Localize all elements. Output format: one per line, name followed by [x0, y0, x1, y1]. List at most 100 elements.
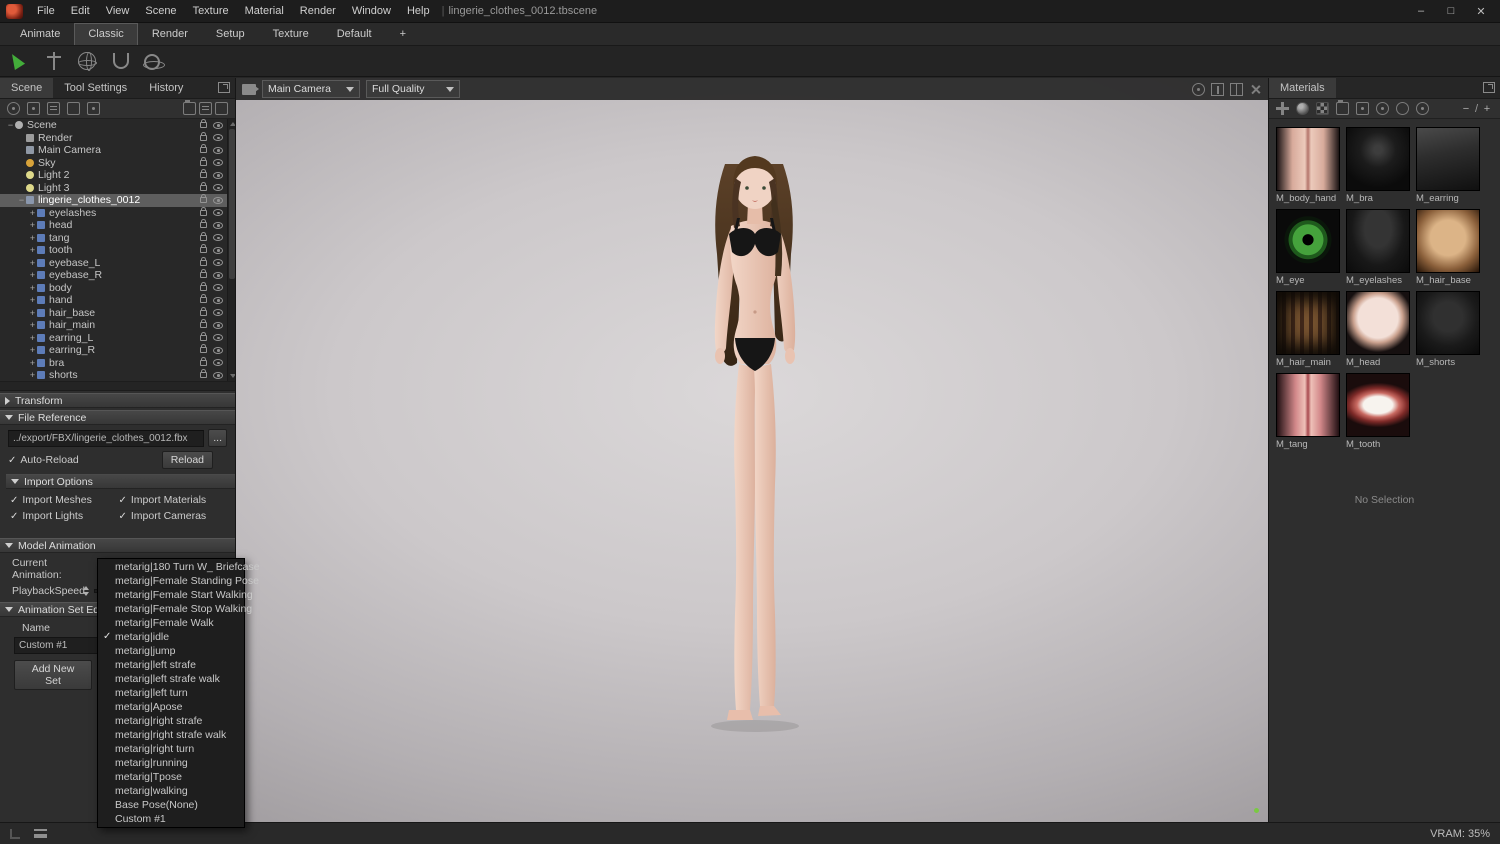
add-sky-icon[interactable]: [47, 102, 60, 115]
animation-dropdown-item[interactable]: ✓ metarig|right turn: [98, 742, 244, 756]
lock-icon[interactable]: [200, 347, 207, 353]
lock-icon[interactable]: [200, 260, 207, 266]
playback-speed-stepper[interactable]: [83, 586, 89, 596]
visibility-eye-icon[interactable]: [213, 284, 223, 291]
tree-expander[interactable]: +: [28, 332, 37, 344]
popout-panel-icon[interactable]: [218, 82, 230, 93]
paint-icon[interactable]: [1416, 102, 1429, 115]
menu-item[interactable]: Texture: [185, 2, 237, 20]
import-option-checkbox[interactable]: ✓ Import Lights: [10, 510, 119, 522]
animation-dropdown-item[interactable]: ✓ Custom #1: [98, 812, 244, 826]
tree-expander[interactable]: −: [17, 194, 26, 206]
animation-dropdown-item[interactable]: ✓ metarig|left strafe: [98, 658, 244, 672]
visibility-eye-icon[interactable]: [213, 359, 223, 366]
visibility-eye-icon[interactable]: [213, 297, 223, 304]
tree-row[interactable]: Light 2: [0, 169, 235, 182]
add-new-set-button[interactable]: Add New Set: [14, 660, 92, 690]
tree-expander[interactable]: +: [28, 232, 37, 244]
split-view-icon[interactable]: [1230, 83, 1243, 96]
tree-row[interactable]: Main Camera: [0, 144, 235, 157]
workspace-tab[interactable]: Default: [323, 23, 386, 45]
tree-row[interactable]: + bra: [0, 357, 235, 370]
material-thumbnail[interactable]: [1416, 209, 1480, 273]
animation-dropdown-item[interactable]: ✓ metarig|Female Start Walking: [98, 588, 244, 602]
character-model[interactable]: [625, 134, 889, 794]
visibility-eye-icon[interactable]: [213, 347, 223, 354]
add-turntable-icon[interactable]: [87, 102, 100, 115]
tree-expander[interactable]: +: [28, 282, 37, 294]
quality-selector[interactable]: Full Quality: [366, 80, 460, 98]
transform-tool-icon[interactable]: [44, 51, 64, 71]
visibility-eye-icon[interactable]: [213, 222, 223, 229]
tree-row[interactable]: + head: [0, 219, 235, 232]
popout-panel-icon[interactable]: [1483, 82, 1495, 93]
workspace-tab[interactable]: Texture: [259, 23, 323, 45]
material-thumbnail[interactable]: [1346, 127, 1410, 191]
left-panel-tab[interactable]: Scene: [0, 78, 53, 98]
visibility-eye-icon[interactable]: [213, 184, 223, 191]
lock-icon[interactable]: [200, 235, 207, 241]
viewport-settings-icon[interactable]: [1192, 83, 1205, 96]
add-material-icon[interactable]: [1276, 102, 1289, 115]
visibility-eye-icon[interactable]: [213, 134, 223, 141]
visibility-eye-icon[interactable]: [213, 247, 223, 254]
menu-item[interactable]: Scene: [137, 2, 184, 20]
add-shadow-catcher-icon[interactable]: [67, 102, 80, 115]
animation-dropdown-item[interactable]: ✓ metarig|walking: [98, 784, 244, 798]
tree-row[interactable]: + eyebase_R: [0, 269, 235, 282]
menu-item[interactable]: Help: [399, 2, 438, 20]
lock-icon[interactable]: [200, 197, 207, 203]
material-thumbnail[interactable]: [1346, 209, 1410, 273]
app-logo-icon[interactable]: [6, 4, 23, 19]
tree-row[interactable]: Render: [0, 132, 235, 145]
lock-icon[interactable]: [200, 322, 207, 328]
lock-icon[interactable]: [200, 272, 207, 278]
animation-dropdown-item[interactable]: ✓ Base Pose(None): [98, 798, 244, 812]
animation-dropdown-item[interactable]: ✓ metarig|left turn: [98, 686, 244, 700]
world-space-icon[interactable]: [78, 52, 96, 70]
material-item[interactable]: M_head: [1346, 291, 1412, 368]
tree-row[interactable]: + body: [0, 282, 235, 295]
menu-item[interactable]: Material: [237, 2, 292, 20]
tree-expander[interactable]: +: [28, 344, 37, 356]
thumbnail-larger-button[interactable]: +: [1481, 103, 1493, 115]
lock-icon[interactable]: [200, 335, 207, 341]
tree-row[interactable]: + hair_base: [0, 307, 235, 320]
tree-row[interactable]: + shorts: [0, 369, 235, 382]
model-animation-header[interactable]: Model Animation: [0, 538, 235, 553]
material-thumbnail[interactable]: [1276, 209, 1340, 273]
tree-expander[interactable]: +: [28, 207, 37, 219]
import-option-checkbox[interactable]: ✓ Import Meshes: [10, 494, 119, 506]
turntable-tool-icon[interactable]: [144, 54, 160, 70]
scroll-down-icon[interactable]: [230, 374, 235, 378]
tree-row[interactable]: + hand: [0, 294, 235, 307]
animation-dropdown-item[interactable]: ✓ metarig|jump: [98, 644, 244, 658]
visibility-eye-icon[interactable]: [213, 259, 223, 266]
material-item[interactable]: M_hair_base: [1416, 209, 1482, 286]
import-options-header[interactable]: Import Options: [6, 474, 235, 489]
lock-icon[interactable]: [200, 297, 207, 303]
minimize-button[interactable]: –: [1406, 2, 1436, 21]
material-item[interactable]: M_tooth: [1346, 373, 1412, 450]
material-thumbnail[interactable]: [1276, 127, 1340, 191]
lock-icon[interactable]: [200, 185, 207, 191]
new-folder-icon[interactable]: [183, 102, 196, 115]
material-thumbnail[interactable]: [1346, 291, 1410, 355]
lock-icon[interactable]: [200, 360, 207, 366]
lock-icon[interactable]: [200, 247, 207, 253]
visibility-eye-icon[interactable]: [213, 147, 223, 154]
file-reference-section-header[interactable]: File Reference: [0, 410, 235, 425]
tree-expander[interactable]: +: [28, 369, 37, 381]
lock-icon[interactable]: [200, 147, 207, 153]
lock-icon[interactable]: [200, 285, 207, 291]
transform-section-header[interactable]: Transform: [0, 393, 235, 408]
tree-row[interactable]: + earring_R: [0, 344, 235, 357]
animation-dropdown-item[interactable]: ✓ metarig|right strafe walk: [98, 728, 244, 742]
duplicate-icon[interactable]: [199, 102, 212, 115]
lock-icon[interactable]: [200, 210, 207, 216]
add-light-icon[interactable]: [7, 102, 20, 115]
visibility-eye-icon[interactable]: [213, 272, 223, 279]
tree-expander[interactable]: −: [6, 119, 15, 131]
material-item[interactable]: M_hair_main: [1276, 291, 1342, 368]
animation-dropdown-item[interactable]: ✓ metarig|Apose: [98, 700, 244, 714]
